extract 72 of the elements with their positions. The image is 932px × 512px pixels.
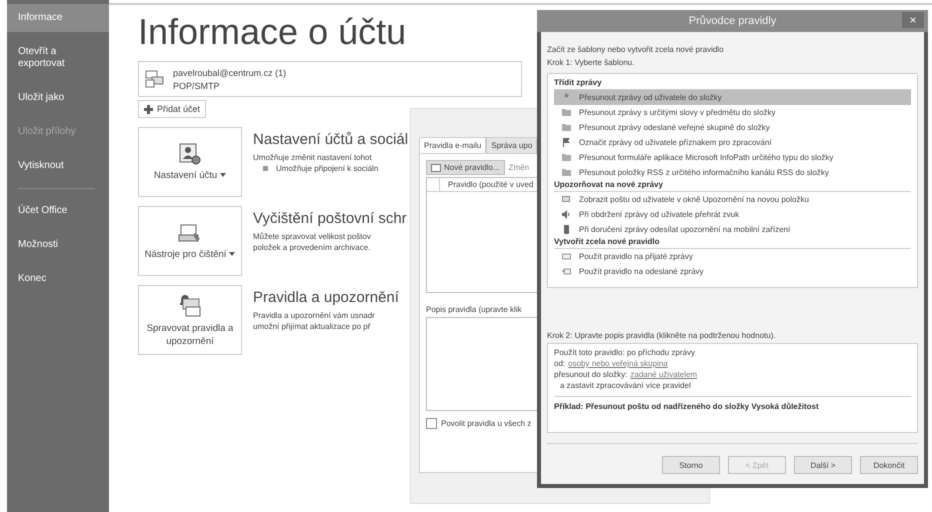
step-label: Krok 2: Upravte popis pravidla (klikněte na podtrženou hodnotu). — [547, 330, 777, 341]
tile-button[interactable]: Spravovat pravidla a upozornění — [138, 285, 242, 355]
page-title: Informace o účtu — [138, 11, 406, 53]
group-heading: Upozorňovat na nové zprávy — [554, 180, 911, 192]
section-description: Můžete spravovat velikost poštov — [253, 231, 372, 242]
example-text: Příklad: Přesunout poštu od nadřízeného do složky Vysoká důležitost — [554, 396, 911, 411]
template-item[interactable]: Zobrazit poštu od uživatele v okně Upozornění na novou položku — [554, 192, 911, 207]
dialog-tab[interactable]: Správa upo — [486, 137, 538, 153]
section-heading: Nastavení účtů a sociál — [253, 131, 408, 148]
description-label: Popis pravidla (upravte klik — [426, 305, 523, 314]
template-item[interactable]: Přesunout zprávy odeslané veřejné skupině do složky — [554, 120, 911, 135]
account-selector[interactable]: pavelroubal@centrum.cz (1) POP/SMTP — [138, 61, 522, 97]
bullet-text: Umožňuje připojení k sociáln — [276, 163, 378, 174]
plus-icon — [144, 104, 153, 114]
sidebar-item[interactable]: Otevřít a exportovat — [7, 38, 109, 78]
change-rule-button[interactable]: Změn — [508, 163, 530, 172]
checkbox[interactable] — [426, 418, 437, 429]
close-button[interactable]: × — [902, 12, 924, 28]
section-heading: Pravidla a upozornění — [253, 289, 399, 306]
checkbox-label: Povolit pravidla u všech z — [441, 419, 532, 428]
section-description: Umožňuje změnit nastavení tohot — [253, 152, 373, 163]
sidebar-item[interactable]: Vytisknout — [7, 152, 109, 180]
section-description: Pravidla a upozornění vám usnadr — [253, 310, 376, 321]
caret-icon — [229, 252, 236, 256]
tile-button[interactable]: Nastavení účtu — [138, 127, 242, 197]
template-item[interactable]: Přesunout položky RSS z určitého informačního kanálu RSS do složky — [554, 165, 911, 180]
template-item[interactable]: Při doručení zprávy odesílat upozornění na mobilní zařízení — [554, 222, 911, 237]
dialog-button[interactable]: Další > — [794, 456, 852, 474]
sidebar-item[interactable]: Uložit jako — [7, 84, 109, 112]
column-header: Pravidlo (použité v uved — [447, 180, 534, 189]
flag-icon — [562, 138, 571, 147]
phone-icon — [562, 225, 571, 234]
step-label: Krok 1: Vyberte šablonu. — [547, 57, 636, 68]
section-description: umožní přijímat aktualizace po př — [253, 321, 372, 332]
speaker-icon — [562, 210, 571, 219]
dialog-title: Průvodce pravidly — [688, 15, 776, 27]
template-item[interactable]: Použít pravidlo na odeslané zprávy — [554, 264, 911, 279]
sidebar-item[interactable]: Účet Office — [7, 197, 109, 225]
template-item[interactable]: Označit zprávy od uživatele příznakem pro zpracování — [554, 135, 911, 150]
rule-text: přesunout do složky: — [554, 369, 628, 380]
account-icon — [145, 69, 165, 89]
sidebar-item[interactable]: Konec — [7, 265, 109, 293]
template-item[interactable]: Přesunout zprávy od uživatele do složky — [554, 90, 911, 105]
add-account-button[interactable]: Přidat účet — [138, 100, 206, 118]
account-type: POP/SMTP — [173, 80, 221, 90]
rule-value-link[interactable]: zadané uživatelem — [630, 369, 698, 380]
bullet-icon — [263, 166, 268, 171]
group-heading: Vytvořit zcela nové pravidlo — [554, 237, 911, 249]
template-item[interactable]: Přesunout formuláře aplikace Microsoft InfoPath určitého typu do složky — [554, 150, 911, 165]
template-item[interactable]: Přesunout zprávy s určitými slovy v předmětu do složky — [554, 105, 911, 120]
account-email: pavelroubal@centrum.cz (1) — [173, 68, 286, 78]
template-item[interactable]: Použít pravidlo na přijaté zprávy — [554, 249, 911, 264]
sidebar-item[interactable]: Možnosti — [7, 231, 109, 259]
bell-envelope-icon — [177, 292, 203, 318]
window-icon — [562, 195, 571, 204]
intro-text: Začít ze šablony nebo vytvořit zcela nové pravidlo — [547, 44, 725, 55]
section-description: položek a provedením archivace. — [253, 242, 372, 253]
dialog-tab[interactable]: Pravidla e-mailu — [419, 137, 486, 153]
section-heading: Vyčištění poštovní schr — [253, 210, 407, 227]
envelope-icon — [562, 252, 571, 261]
dialog-button[interactable]: Dokončit — [860, 456, 918, 474]
caret-icon — [220, 173, 226, 178]
rule-value-link[interactable]: osoby nebo veřejná skupina — [568, 358, 668, 369]
envelope-icon — [431, 164, 441, 172]
dialog-button[interactable]: Storno — [662, 456, 720, 474]
rule-text: a zastavit zpracovávání více pravidel — [559, 380, 691, 391]
new-rule-button[interactable]: Nové pravidlo... — [426, 160, 505, 175]
template-item[interactable]: Při obdržení zprávy od uživatele přehrát zvuk — [554, 207, 911, 222]
tile-button[interactable]: Nástroje pro čištění — [138, 206, 242, 276]
rule-text: od: — [554, 358, 566, 369]
person-gear-icon — [178, 142, 202, 166]
rule-text: Použít toto pravidlo: po příchodu zprávy — [554, 347, 695, 358]
